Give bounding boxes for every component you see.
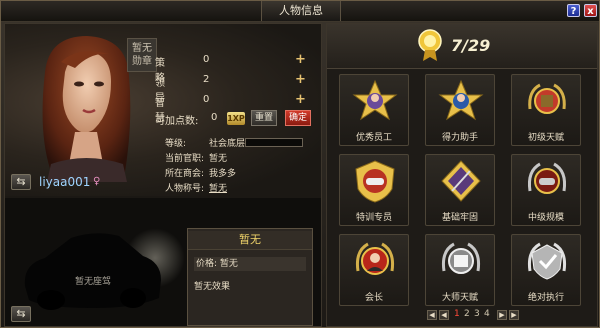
badge-label: 会长 — [364, 293, 383, 303]
car-effect: 暂无效果 — [194, 282, 231, 292]
change-car-button[interactable]: ⇆ — [11, 306, 31, 322]
badge-label: 初级天赋 — [527, 133, 564, 143]
badge-special-trainee[interactable]: 特训专员 — [339, 154, 409, 226]
info-value: 暂无 — [209, 154, 228, 164]
points-row: 可加点数: 0 1XP 重置 确定 — [155, 110, 325, 128]
title-bar: 人物信息 ? x — [1, 1, 599, 22]
achievements-header: 7/29 — [327, 24, 597, 69]
last-page-button[interactable]: ▶ — [509, 310, 519, 320]
achievements-panel: 7/29 优秀员工 得力助手 初级天赋 特训专员 基础牢固 中级规模 会长 大师… — [326, 23, 598, 327]
info-label: 所在商会: — [165, 169, 205, 179]
book-laurel-icon — [528, 83, 566, 114]
badge-label: 大师天赋 — [441, 293, 478, 303]
book-laurel-icon — [442, 242, 480, 274]
help-button[interactable]: ? — [567, 4, 580, 17]
info-label: 等级: — [165, 139, 187, 149]
badge-master-talent[interactable]: 大师天赋 — [425, 234, 495, 306]
badge-label: 中级规模 — [527, 213, 564, 223]
badge-solid-foundation[interactable]: 基础牢固 — [425, 154, 495, 226]
badge-junior-talent[interactable]: 初级天赋 — [511, 74, 581, 146]
add-strategy-button[interactable]: + — [295, 52, 306, 67]
level-progress-bar — [245, 138, 303, 147]
badge-label: 基础牢固 — [441, 213, 478, 223]
female-icon: ♀ — [93, 176, 101, 187]
info-label: 当前官职: — [165, 154, 205, 164]
star-person-icon — [352, 79, 398, 121]
confirm-button[interactable]: 确定 — [285, 110, 311, 126]
achievement-medal-icon — [418, 29, 442, 61]
page-number[interactable]: 2 — [464, 309, 470, 319]
character-panel: 暂无 勋章 策略 0 + 领导 2 + 智慧 0 + 可加点数: 0 1XP 重… — [4, 23, 322, 327]
car-silhouette — [24, 233, 162, 310]
points-label: 可加点数: — [155, 116, 199, 127]
page-number[interactable]: 1 — [454, 309, 460, 319]
character-info-window: 人物信息 ? x 暂无 勋章 策略 0 + 领导 2 + 智慧 0 + 可加点数… — [0, 0, 600, 328]
car-price: 价格: 暂无 — [194, 257, 306, 271]
badge-intermediate-scale[interactable]: 中级规模 — [511, 154, 581, 226]
next-page-button[interactable]: ▶ — [497, 310, 507, 320]
add-leadership-button[interactable]: + — [295, 72, 306, 87]
medal-placeholder: 暂无 勋章 — [127, 38, 157, 72]
window-title: 人物信息 — [261, 1, 341, 21]
car-shield-icon — [355, 160, 395, 203]
badge-president[interactable]: 会长 — [339, 234, 409, 306]
portrait-area: 暂无 勋章 策略 0 + 领导 2 + 智慧 0 + 可加点数: 0 1XP 重… — [5, 24, 321, 196]
badge-label: 绝对执行 — [527, 293, 564, 303]
info-label: 人物称号: — [165, 184, 205, 194]
stat-value: 2 — [203, 74, 210, 85]
badge-excellent-employee[interactable]: 优秀员工 — [339, 74, 409, 146]
change-portrait-button[interactable]: ⇆ — [11, 174, 31, 190]
car-laurel-icon — [528, 162, 566, 194]
star-person-icon — [438, 79, 484, 121]
badge-label: 特训专员 — [355, 213, 392, 223]
stat-value: 0 — [203, 94, 210, 105]
prev-page-button[interactable]: ◀ — [439, 310, 449, 320]
page-number[interactable]: 4 — [484, 309, 490, 319]
person-shield-icon — [356, 242, 394, 275]
info-value[interactable]: 暂无 — [209, 181, 227, 194]
info-value: 我多多 — [209, 169, 237, 179]
car-name: 暂无 — [188, 231, 312, 250]
badge-label: 优秀员工 — [355, 133, 392, 143]
player-name-bar: ⇆ liyaa001 ♀ — [11, 174, 151, 192]
points-value: 0 — [211, 112, 218, 123]
achievements-progress: 7/29 — [451, 36, 491, 55]
info-value: 社会底层 — [209, 139, 246, 149]
badge-capable-assistant[interactable]: 得力助手 — [425, 74, 495, 146]
close-button[interactable]: x — [584, 4, 597, 17]
silver-laurel-icon — [528, 242, 566, 280]
car-info-card: 暂无 价格: 暂无 暂无效果 — [187, 228, 313, 326]
xp-icon: 1XP — [227, 112, 245, 125]
badge-absolute-execution[interactable]: 绝对执行 — [511, 234, 581, 306]
character-portrait — [42, 36, 131, 182]
badge-label: 得力助手 — [441, 133, 478, 143]
car-label: 暂无座驾 — [75, 277, 112, 287]
player-name: liyaa001 — [39, 175, 91, 189]
page-number[interactable]: 3 — [474, 309, 480, 319]
first-page-button[interactable]: ◀ — [427, 310, 437, 320]
sword-shield-icon — [441, 160, 481, 202]
stat-value: 0 — [203, 54, 210, 65]
reset-button[interactable]: 重置 — [251, 110, 277, 126]
add-wisdom-button[interactable]: + — [295, 92, 306, 107]
